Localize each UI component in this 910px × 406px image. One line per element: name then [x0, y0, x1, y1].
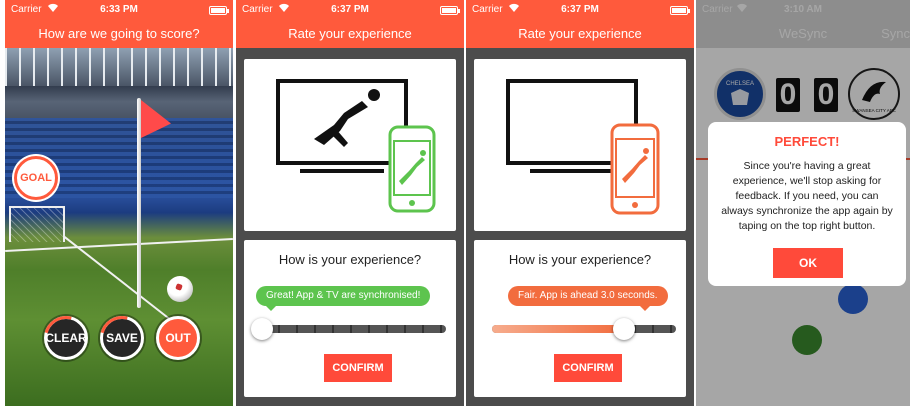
slider-thumb[interactable]	[613, 318, 636, 340]
status-bar: Carrier 6:37 PM	[466, 0, 694, 20]
battery-icon	[670, 6, 690, 15]
tv-phone-sync-icon	[506, 79, 660, 215]
nav-title: Rate your experience	[466, 20, 694, 48]
status-bar: Carrier 6:33 PM	[5, 0, 233, 20]
experience-question: How is your experience?	[278, 252, 422, 267]
out-button[interactable]: OUT	[156, 316, 200, 360]
slider-fill	[492, 325, 625, 333]
battery-icon	[209, 6, 229, 15]
ok-button[interactable]: OK	[773, 248, 843, 278]
clear-button[interactable]: CLEAR	[35, 307, 97, 369]
corner-flag-pole	[137, 98, 141, 308]
sync-illustration-card	[244, 59, 456, 231]
sync-status-bubble: Great! App & TV are synchronised!	[256, 286, 431, 311]
nav-title: Rate your experience	[236, 20, 464, 48]
experience-card: How is your experience? Great! App & TV …	[244, 240, 456, 397]
sync-status-bubble: Fair. App is ahead 3.0 seconds.	[508, 286, 668, 311]
status-time: 6:37 PM	[561, 4, 599, 15]
out-label: OUT	[165, 331, 191, 345]
dialog-message: Since you're having a great experience, …	[721, 160, 893, 232]
experience-card: How is your experience? Fair. App is ahe…	[474, 240, 686, 397]
dialog-title: PERFECT!	[774, 134, 840, 149]
experience-slider[interactable]	[251, 318, 446, 340]
experience-question: How is your experience?	[508, 252, 652, 267]
feedback-dialog: PERFECT! Since you're having a great exp…	[708, 122, 906, 286]
sync-illustration-card	[474, 59, 686, 231]
football	[167, 276, 193, 302]
screen-rate-great: Carrier 6:37 PM Rate your experience How…	[236, 0, 464, 406]
slider-thumb[interactable]	[251, 318, 273, 340]
battery-icon	[440, 6, 460, 15]
screen-wesync: Carrier 3:10 AM WeSync Sync CHELSEA 0 0 …	[696, 0, 910, 406]
pitch-line	[63, 236, 176, 324]
screen-rate-fair: Carrier 6:37 PM Rate your experience How…	[466, 0, 694, 406]
confirm-button[interactable]: CONFIRM	[554, 354, 622, 382]
stadium-roof	[5, 48, 233, 86]
tv-phone-sync-icon	[276, 79, 436, 213]
goal-button[interactable]: GOAL	[14, 156, 58, 200]
status-bar: Carrier 6:37 PM	[236, 0, 464, 20]
experience-slider[interactable]	[492, 318, 676, 340]
status-time: 6:33 PM	[100, 4, 138, 15]
goal-net	[9, 206, 65, 242]
save-button[interactable]: SAVE	[91, 307, 153, 369]
status-time: 6:37 PM	[331, 4, 369, 15]
screen-score: Carrier 6:33 PM How are we going to scor…	[5, 0, 233, 406]
confirm-button[interactable]: CONFIRM	[324, 354, 392, 382]
nav-title: How are we going to score?	[5, 20, 233, 48]
